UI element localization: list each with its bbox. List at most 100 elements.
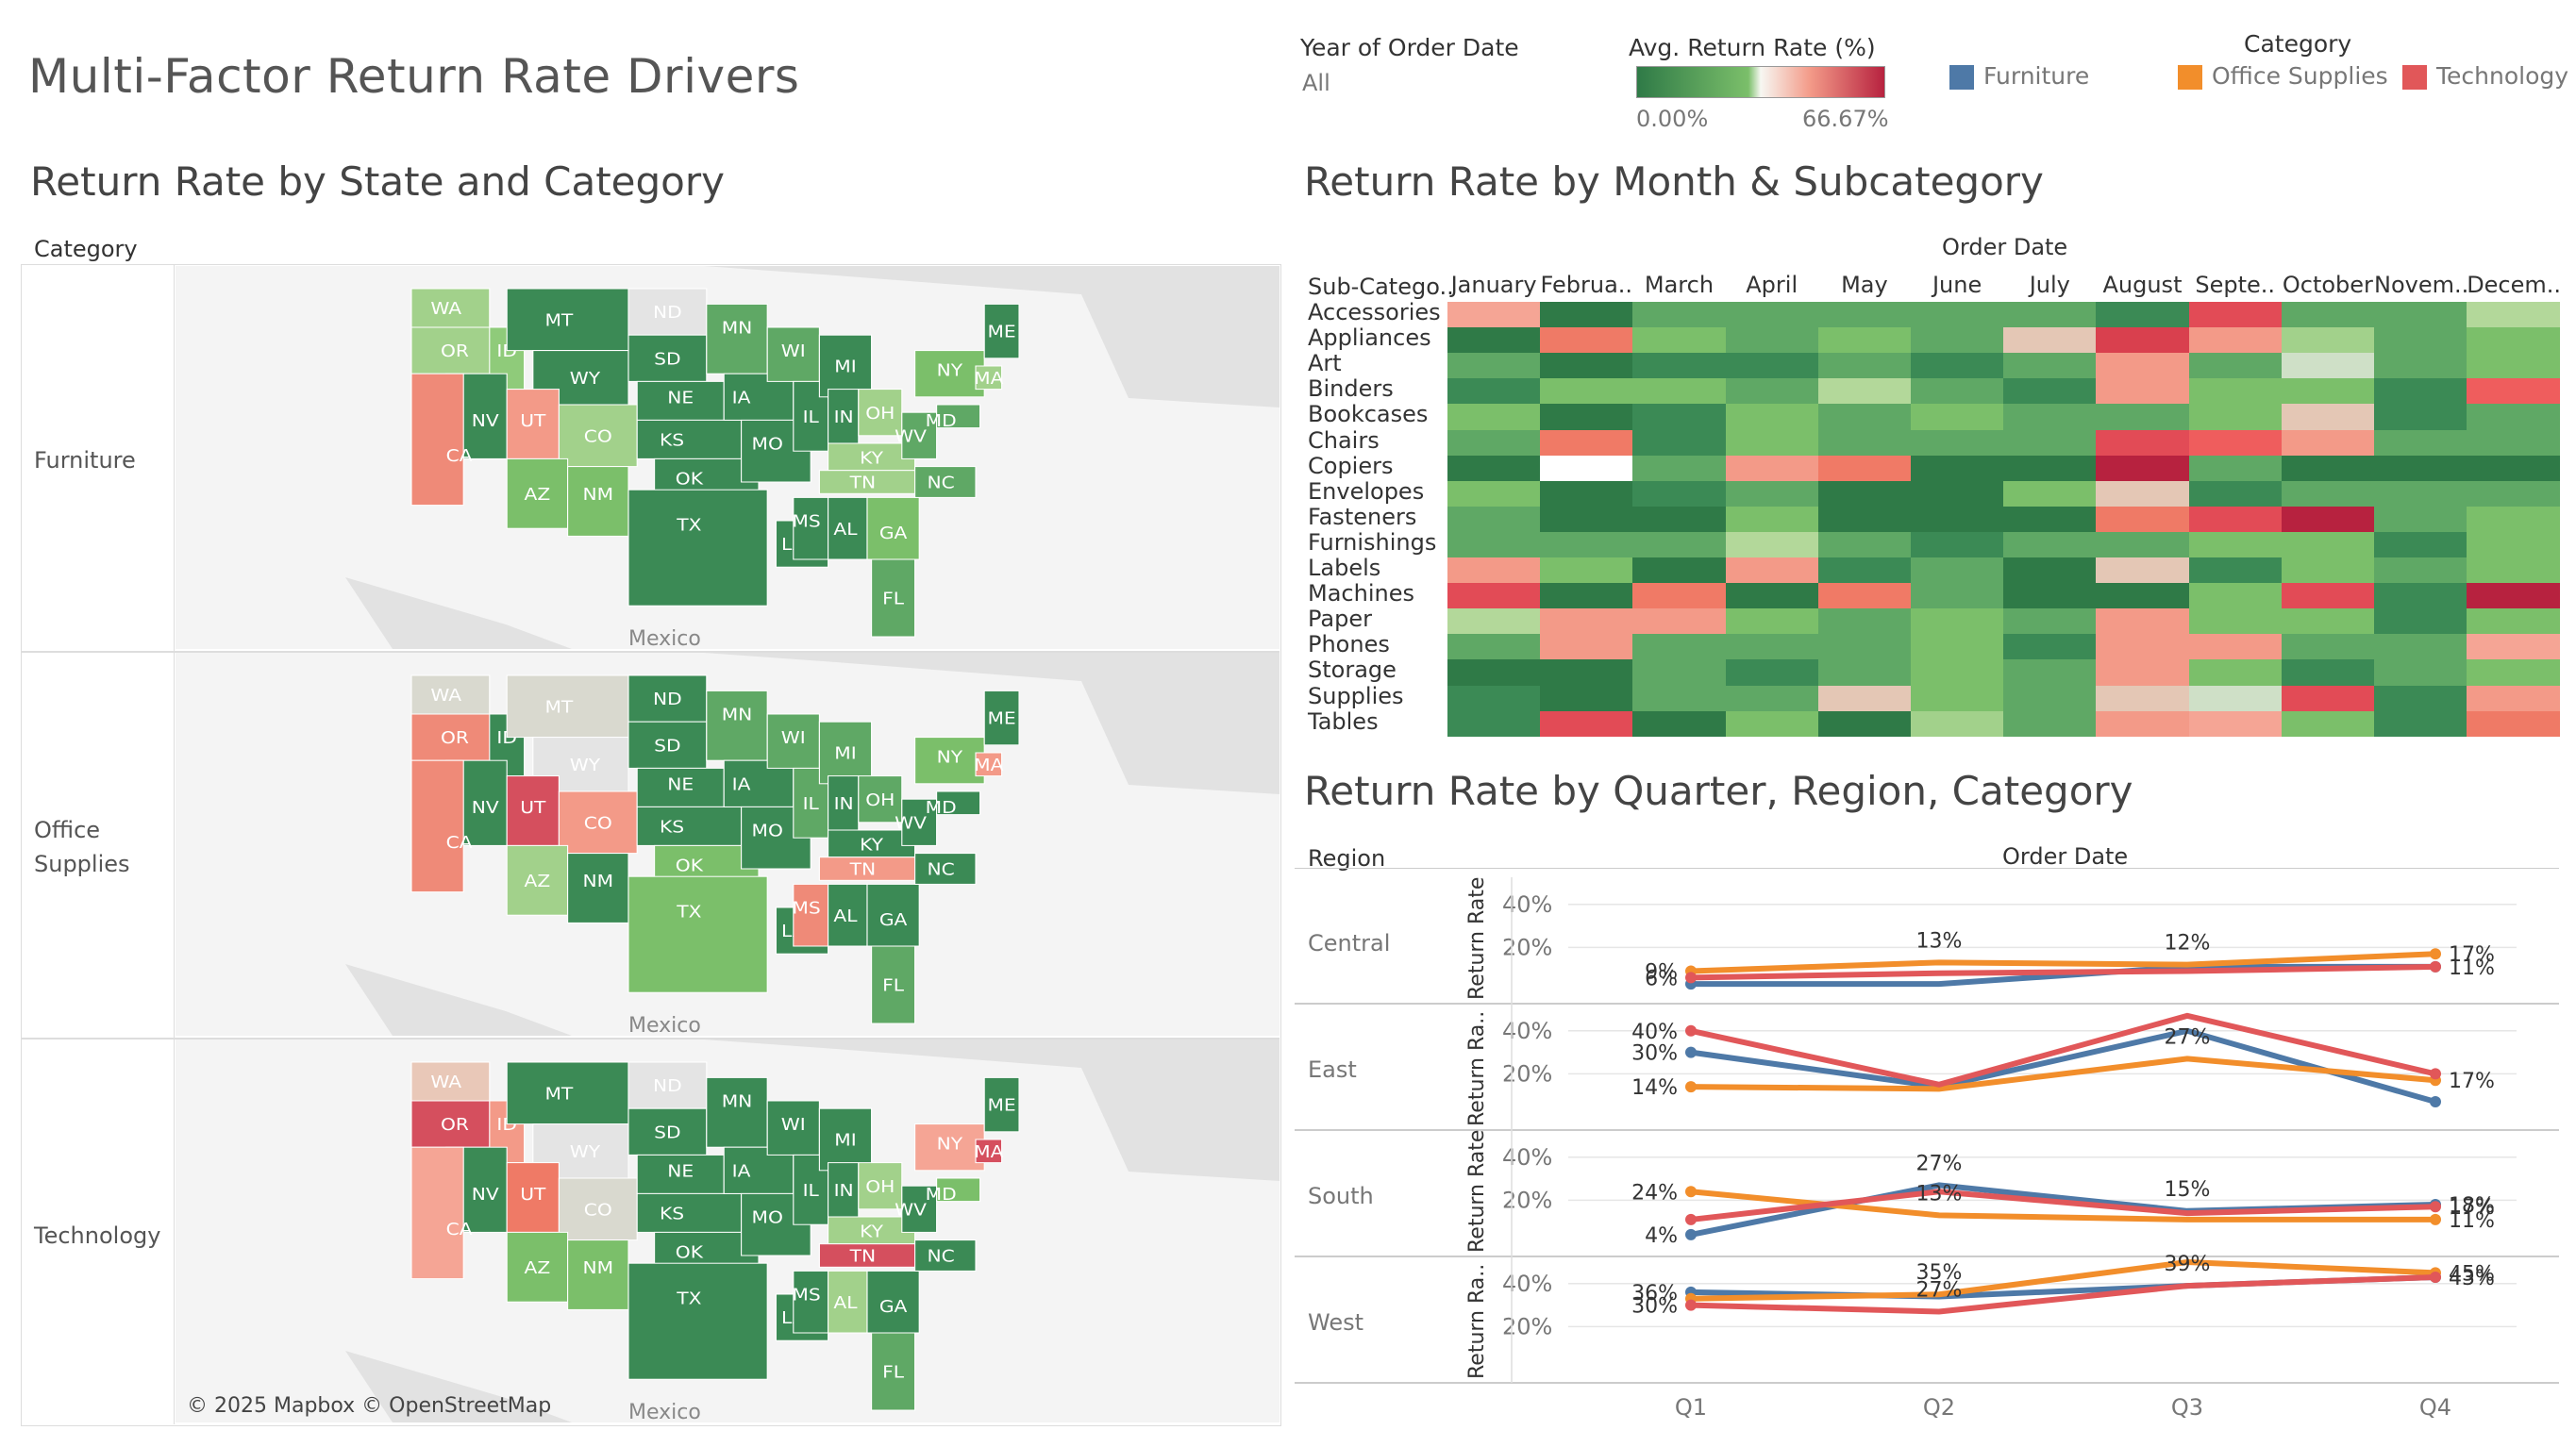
heatmap-cell[interactable]	[2096, 327, 2190, 354]
heatmap-cell[interactable]	[2188, 531, 2283, 558]
heatmap-cell[interactable]	[1911, 455, 2004, 482]
heatmap-cell[interactable]	[1447, 531, 1541, 558]
heatmap-cell[interactable]	[1447, 353, 1541, 379]
state-ca[interactable]	[410, 373, 464, 507]
heatmap-cell[interactable]	[1725, 506, 1819, 533]
heatmap-cell[interactable]	[2374, 583, 2467, 609]
heatmap-cell[interactable]	[2188, 710, 2283, 738]
heatmap-cell[interactable]	[2374, 480, 2467, 507]
heatmap-cell[interactable]	[2467, 429, 2560, 457]
heatmap-cell[interactable]	[1540, 404, 1633, 430]
heatmap-cell[interactable]	[1817, 480, 1912, 507]
heatmap-cell[interactable]	[1540, 302, 1633, 328]
heatmap-cell[interactable]	[2374, 327, 2467, 354]
heatmap-cell[interactable]	[1447, 429, 1541, 457]
heatmap-cell[interactable]	[2003, 634, 2097, 660]
heatmap-cell[interactable]	[2096, 480, 2190, 507]
heatmap-cell[interactable]	[2374, 685, 2467, 712]
heatmap-cell[interactable]	[2003, 404, 2097, 430]
heatmap-cell[interactable]	[1632, 710, 1727, 738]
heatmap-cell[interactable]	[2281, 455, 2375, 482]
heatmap-cell[interactable]	[2467, 531, 2560, 558]
year-filter-value[interactable]: All	[1302, 70, 1330, 96]
heatmap-cell[interactable]	[1632, 378, 1727, 405]
heatmap-cell[interactable]	[2281, 378, 2375, 405]
series-point[interactable]	[1685, 1186, 1697, 1198]
heatmap-cell[interactable]	[1817, 429, 1912, 457]
heatmap-cell[interactable]	[2374, 455, 2467, 482]
heatmap-cell[interactable]	[2281, 608, 2375, 635]
heatmap-cell[interactable]	[1725, 429, 1819, 457]
heatmap-cell[interactable]	[2188, 608, 2283, 635]
heatmap-cell[interactable]	[1911, 378, 2004, 405]
heatmap-cell[interactable]	[1540, 506, 1633, 533]
heatmap-cell[interactable]	[1540, 378, 1633, 405]
state-ca[interactable]	[410, 1146, 464, 1280]
heatmap-cell[interactable]	[2096, 608, 2190, 635]
heatmap-cell[interactable]	[2281, 685, 2375, 712]
heatmap-cell[interactable]	[2281, 302, 2375, 328]
heatmap-cell[interactable]	[2096, 429, 2190, 457]
heatmap-cell[interactable]	[1725, 634, 1819, 660]
legend-item-office-supplies[interactable]: Office Supplies	[2178, 62, 2388, 90]
heatmap-cell[interactable]	[2188, 634, 2283, 660]
series-point[interactable]	[2430, 1096, 2441, 1108]
heatmap-cell[interactable]	[1632, 506, 1727, 533]
state-mn[interactable]	[706, 690, 768, 761]
heatmap-cell[interactable]	[1540, 353, 1633, 379]
heatmap-cell[interactable]	[2281, 557, 2375, 584]
heatmap-cell[interactable]	[1447, 506, 1541, 533]
heatmap-cell[interactable]	[2467, 634, 2560, 660]
heatmap-cell[interactable]	[2003, 557, 2097, 584]
series-point[interactable]	[2430, 1201, 2441, 1213]
heatmap-cell[interactable]	[1632, 455, 1727, 482]
heatmap-cell[interactable]	[1725, 531, 1819, 558]
heatmap-cell[interactable]	[2003, 583, 2097, 609]
heatmap-cell[interactable]	[2467, 480, 2560, 507]
heatmap-cell[interactable]	[1632, 353, 1727, 379]
heatmap-cell[interactable]	[1540, 659, 1633, 686]
heatmap-cell[interactable]	[1911, 429, 2004, 457]
heatmap-cell[interactable]	[2003, 378, 2097, 405]
heatmap-cell[interactable]	[1540, 583, 1633, 609]
heatmap-cell[interactable]	[2188, 557, 2283, 584]
heatmap-cell[interactable]	[1632, 608, 1727, 635]
heatmap-cell[interactable]	[2188, 583, 2283, 609]
state-ca[interactable]	[410, 759, 464, 893]
heatmap-cell[interactable]	[2096, 557, 2190, 584]
series-point[interactable]	[2430, 1213, 2441, 1225]
heatmap-cell[interactable]	[2467, 608, 2560, 635]
series-point[interactable]	[1685, 972, 1697, 984]
heatmap-cell[interactable]	[2003, 506, 2097, 533]
legend-item-furniture[interactable]: Furniture	[1949, 62, 2089, 90]
heatmap-cell[interactable]	[2096, 583, 2190, 609]
heatmap-cell[interactable]	[1447, 455, 1541, 482]
heatmap-cell[interactable]	[2374, 531, 2467, 558]
heatmap-cell[interactable]	[2096, 353, 2190, 379]
heatmap-cell[interactable]	[2003, 353, 2097, 379]
heatmap-cell[interactable]	[2467, 302, 2560, 328]
heatmap-cell[interactable]	[2281, 659, 2375, 686]
heatmap-cell[interactable]	[1447, 583, 1541, 609]
heatmap-cell[interactable]	[2188, 455, 2283, 482]
state-tx[interactable]	[627, 489, 768, 607]
heatmap-cell[interactable]	[2188, 506, 2283, 533]
heatmap-cell[interactable]	[1447, 634, 1541, 660]
heatmap-cell[interactable]	[1447, 659, 1541, 686]
heatmap-cell[interactable]	[2467, 404, 2560, 430]
heatmap-cell[interactable]	[2188, 302, 2283, 328]
heatmap-cell[interactable]	[1725, 608, 1819, 635]
heatmap-cell[interactable]	[2281, 634, 2375, 660]
heatmap-cell[interactable]	[2467, 506, 2560, 533]
heatmap-cell[interactable]	[2096, 685, 2190, 712]
heatmap-cell[interactable]	[2467, 327, 2560, 354]
series-point[interactable]	[1685, 1046, 1697, 1058]
legend-item-technology[interactable]: Technology	[2402, 62, 2568, 90]
heatmap-cell[interactable]	[1817, 506, 1912, 533]
series-point[interactable]	[1685, 1024, 1697, 1037]
heatmap-cell[interactable]	[2003, 710, 2097, 738]
heatmap-cell[interactable]	[1632, 583, 1727, 609]
heatmap-cell[interactable]	[1447, 557, 1541, 584]
heatmap-cell[interactable]	[1447, 327, 1541, 354]
heatmap-cell[interactable]	[1911, 583, 2004, 609]
